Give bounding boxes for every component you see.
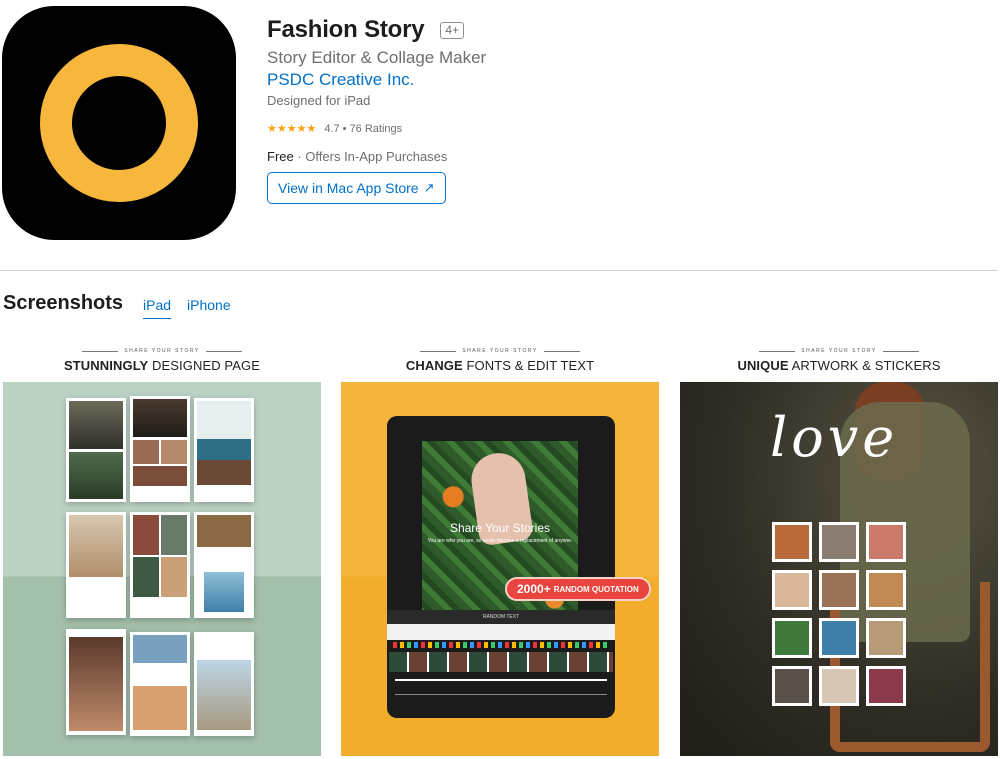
- screenshot-2[interactable]: SHARE YOUR STORY CHANGE FONTS & EDIT TEX…: [341, 336, 659, 756]
- screenshot-image: [3, 382, 321, 756]
- ring-logo-icon: [40, 44, 198, 202]
- app-subtitle: Story Editor & Collage Maker: [267, 48, 487, 67]
- font-picker-strip: [389, 652, 613, 672]
- sticker-tile: [819, 666, 859, 706]
- rating-row: ★★★★★ 4.7 • 76 Ratings: [267, 122, 486, 136]
- sticker-tile: [866, 570, 906, 610]
- developer-link[interactable]: PSDC Creative Inc.: [267, 70, 486, 90]
- sticker-tile: [772, 618, 812, 658]
- title-row: Fashion Story 4+: [267, 16, 486, 44]
- star-rating-icon: ★★★★★: [267, 123, 317, 135]
- screenshot-title: UNIQUE ARTWORK & STICKERS: [737, 358, 941, 373]
- random-text-bar: RANDOM TEXT: [387, 610, 615, 624]
- sticker-tile: [866, 666, 906, 706]
- screenshot-image: love: [680, 382, 998, 756]
- template-card: [130, 632, 190, 736]
- template-card: [194, 512, 254, 618]
- device-tabs: iPad iPhone: [143, 297, 231, 319]
- template-card: [66, 512, 126, 618]
- love-lettering: love: [770, 406, 899, 469]
- editor-toolbar: [387, 624, 615, 640]
- external-arrow-icon: ↗: [423, 180, 435, 195]
- sticker-tile: [819, 522, 859, 562]
- template-card: [194, 398, 254, 502]
- template-card: [66, 629, 126, 735]
- screenshot-title: STUNNINGLY DESIGNED PAGE: [64, 358, 260, 373]
- app-info: Fashion Story 4+ Story Editor & Collage …: [267, 16, 486, 204]
- template-card: [130, 512, 190, 618]
- app-title: Fashion Story: [267, 16, 425, 43]
- screenshot-caption: SHARE YOUR STORY UNIQUE ARTWORK & STICKE…: [680, 336, 998, 382]
- tablet-mockup: Share Your Stories You are who you are, …: [387, 416, 615, 718]
- app-icon: [2, 6, 236, 240]
- store-button-label: View in Mac App Store: [278, 180, 419, 196]
- price-note: · Offers In-App Purchases: [297, 149, 448, 164]
- screenshot-1[interactable]: SHARE YOUR STORY STUNNINGLY DESIGNED PAG…: [3, 336, 321, 756]
- overlay-title: Share Your Stories: [449, 521, 551, 535]
- designed-for: Designed for iPad: [267, 93, 371, 108]
- sticker-tile: [819, 570, 859, 610]
- sticker-tile: [772, 522, 812, 562]
- template-card: [66, 398, 126, 502]
- screenshot-3[interactable]: SHARE YOUR STORY UNIQUE ARTWORK & STICKE…: [680, 336, 998, 756]
- screenshot-kicker: SHARE YOUR STORY: [680, 348, 998, 354]
- sticker-tile: [866, 618, 906, 658]
- quotation-badge: 2000+ RANDOM QUOTATION: [505, 577, 651, 601]
- tab-ipad[interactable]: iPad: [143, 297, 172, 319]
- age-rating-badge: 4+: [440, 21, 465, 39]
- sticker-tile: [772, 570, 812, 610]
- screenshots-heading: Screenshots: [3, 292, 124, 314]
- rating-text: 4.7 • 76 Ratings: [324, 122, 403, 135]
- sticker-tile: [819, 618, 859, 658]
- screenshot-caption: SHARE YOUR STORY CHANGE FONTS & EDIT TEX…: [341, 336, 659, 382]
- sticker-tile: [772, 666, 812, 706]
- template-card: [194, 632, 254, 736]
- price: Free: [267, 149, 294, 164]
- spacing-slider: [395, 694, 607, 695]
- section-divider: [0, 270, 998, 271]
- tab-iphone[interactable]: iPhone: [187, 297, 231, 319]
- color-palette: [393, 642, 609, 648]
- overlay-subtitle: You are who you are, so never become a r…: [427, 538, 573, 544]
- price-row: Free · Offers In-App Purchases: [267, 149, 486, 164]
- screenshot-kicker: SHARE YOUR STORY: [3, 348, 321, 354]
- screenshot-kicker: SHARE YOUR STORY: [341, 348, 659, 354]
- sticker-tile: [866, 522, 906, 562]
- size-slider: [395, 679, 607, 681]
- screenshot-image: Share Your Stories You are who you are, …: [341, 382, 659, 756]
- view-in-mac-app-store-button[interactable]: View in Mac App Store ↗: [267, 172, 446, 204]
- screenshot-caption: SHARE YOUR STORY STUNNINGLY DESIGNED PAG…: [3, 336, 321, 382]
- screenshot-title: CHANGE FONTS & EDIT TEXT: [405, 358, 595, 373]
- template-card: [130, 396, 190, 502]
